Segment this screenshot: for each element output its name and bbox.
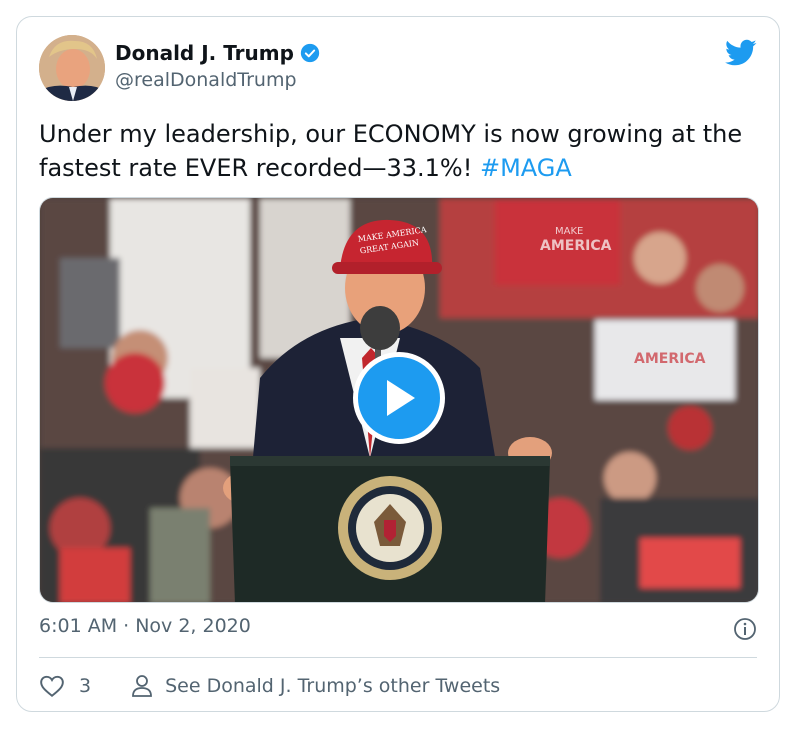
- tweet-text-body: Under my leadership, our ECONOMY is now …: [39, 120, 743, 182]
- tweet-text: Under my leadership, our ECONOMY is now …: [39, 117, 759, 185]
- other-tweets-label[interactable]: See Donald J. Trump’s other Tweets: [165, 675, 500, 697]
- heart-icon: [40, 675, 64, 697]
- video-thumbnail[interactable]: MAKE AMERICA AMERICA MAKE AMERICA GREAT …: [39, 197, 759, 603]
- like-button[interactable]: 3: [39, 674, 91, 698]
- play-button[interactable]: [353, 352, 445, 444]
- avatar[interactable]: [39, 35, 105, 101]
- svg-text:AMERICA: AMERICA: [634, 351, 706, 367]
- play-icon: [387, 380, 415, 416]
- tweet-actions: 3 See Donald J. Trump’s other Tweets: [39, 671, 500, 701]
- svg-text:AMERICA: AMERICA: [540, 238, 612, 254]
- hashtag-link[interactable]: #MAGA: [480, 154, 572, 182]
- svg-text:MAKE: MAKE: [555, 226, 583, 237]
- divider: [39, 657, 757, 658]
- author-name[interactable]: Donald J. Trump: [115, 41, 294, 65]
- verified-badge-icon: [300, 43, 320, 63]
- tweet-card[interactable]: Donald J. Trump @realDonaldTrump Under m…: [16, 16, 780, 712]
- person-icon: [132, 675, 152, 697]
- author-handle[interactable]: @realDonaldTrump: [115, 69, 297, 91]
- author-name-row[interactable]: Donald J. Trump: [115, 41, 320, 65]
- like-count: 3: [79, 675, 92, 697]
- twitter-bird-icon[interactable]: [725, 39, 757, 67]
- tweet-timestamp[interactable]: 6:01 AM · Nov 2, 2020: [39, 615, 251, 637]
- info-icon[interactable]: [733, 617, 757, 641]
- other-tweets-link[interactable]: See Donald J. Trump’s other Tweets: [131, 674, 500, 698]
